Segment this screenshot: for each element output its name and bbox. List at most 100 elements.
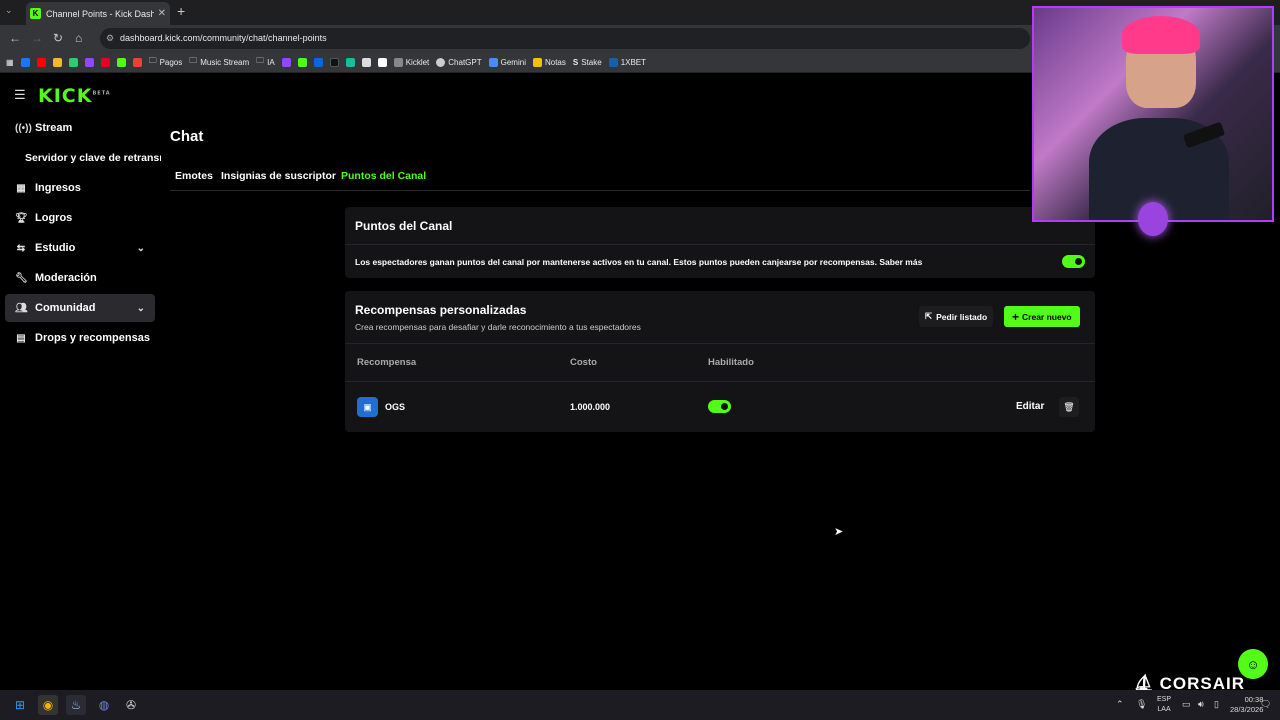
1xbet-icon — [608, 57, 618, 67]
browser-tab-title: Channel Points - Kick Dashboar — [46, 8, 154, 19]
request-list-icon: ⇱ — [925, 311, 933, 321]
sidebar-item-ingresos[interactable]: ▦ Ingresos — [5, 174, 155, 202]
column-header-cost: Costo — [570, 357, 597, 368]
youtube-icon[interactable] — [36, 57, 46, 67]
bookmark-icon[interactable] — [345, 57, 355, 67]
tab-close-icon[interactable]: ✕ — [158, 8, 166, 19]
windows-start-icon[interactable]: ⊞ — [10, 695, 30, 715]
chevron-down-icon: ⌄ — [136, 242, 145, 254]
app-icon[interactable]: ✇ — [121, 695, 141, 715]
divider — [345, 381, 1095, 382]
twitch-icon[interactable] — [281, 57, 291, 67]
kicklet-icon — [393, 57, 403, 67]
microphone-tray-icon[interactable]: 🎙︎ — [1136, 699, 1147, 710]
meta-icon[interactable] — [313, 57, 323, 67]
channel-points-card: Puntos del Canal Los espectadores ganan … — [345, 207, 1095, 278]
kick-icon[interactable] — [297, 57, 307, 67]
community-icon: 👥︎ — [15, 302, 28, 314]
address-bar[interactable]: ⚙ dashboard.kick.com/community/chat/chan… — [100, 28, 1030, 49]
tab-search-icon[interactable]: ⌄ — [5, 5, 13, 16]
tray-expand-icon[interactable]: ⌃ — [1116, 699, 1124, 710]
tiktok-icon[interactable] — [329, 57, 339, 67]
channel-points-header: Puntos del Canal — [355, 219, 453, 233]
reward-name: OGS — [385, 402, 406, 412]
create-reward-button[interactable]: + Crear nuevo — [1004, 306, 1080, 327]
tab-puntos-del-canal[interactable]: Puntos del Canal — [341, 170, 426, 182]
bookmark-kicklet[interactable]: Kicklet — [393, 57, 429, 67]
battery-icon[interactable]: ▯ — [1214, 699, 1219, 710]
beta-badge: BETA — [92, 90, 111, 97]
address-text: dashboard.kick.com/community/chat/channe… — [120, 33, 327, 43]
gmail-icon[interactable] — [132, 57, 142, 67]
bookmark-notas[interactable]: Notas — [532, 57, 566, 67]
site-info-icon[interactable]: ⚙ — [106, 28, 114, 49]
tab-insignias[interactable]: Insignias de suscriptor — [221, 170, 336, 182]
apps-icon[interactable]: ▦ — [6, 58, 14, 67]
bookmark-folder-ia[interactable]: 🗀 IA — [256, 55, 275, 69]
sidebar-item-stream-key[interactable]: Servidor y clave de retransmisión — [25, 152, 161, 164]
bookmark-folder-pagos[interactable]: 🗀 Pagos — [149, 55, 183, 69]
gemini-icon — [488, 57, 498, 67]
bookmark-folder-music-stream[interactable]: 🗀 Music Stream — [189, 55, 249, 69]
rewards-header: Recompensas personalizadas — [355, 303, 527, 317]
reward-enabled-toggle[interactable] — [708, 400, 731, 413]
edit-reward-button[interactable]: Editar — [1009, 395, 1051, 417]
channel-points-toggle[interactable] — [1062, 255, 1085, 268]
steam-icon[interactable]: ♨︎ — [66, 695, 86, 715]
forward-icon[interactable]: → — [31, 31, 43, 45]
delete-reward-button[interactable]: 🗑︎ — [1059, 397, 1079, 417]
webcam-overlay — [1032, 6, 1274, 222]
sidebar-item-comunidad[interactable]: 👥︎ Comunidad ⌄ — [5, 294, 155, 322]
chatgpt-icon — [436, 57, 446, 67]
channel-points-description: Los espectadores ganan puntos del canal … — [355, 257, 923, 267]
twitch-icon[interactable] — [84, 57, 94, 67]
new-tab-icon[interactable]: + — [177, 3, 185, 19]
kick-logo[interactable]: KICKBETA — [38, 85, 111, 107]
menu-icon[interactable]: ☰ — [14, 87, 26, 103]
bookmark-icon[interactable] — [377, 57, 387, 67]
sidebar-item-estudio[interactable]: ⇆ Estudio ⌄ — [5, 234, 155, 262]
studio-icon: ⇆ — [16, 242, 26, 254]
bookmark-1xbet[interactable]: 1XBET — [608, 57, 646, 67]
back-icon[interactable]: ← — [9, 31, 21, 45]
pinterest-icon[interactable] — [100, 57, 110, 67]
kick-icon[interactable] — [116, 57, 126, 67]
volume-icon[interactable]: 🔊︎ — [1198, 699, 1204, 710]
rewards-subtitle: Crea recompensas para desafiar y darle r… — [355, 322, 641, 332]
mouse-cursor-icon: ➤ — [834, 526, 844, 538]
stream-icon: ((•)) — [15, 122, 32, 134]
browser-tab[interactable]: K Channel Points - Kick Dashboar ✕ — [26, 2, 170, 25]
network-icon[interactable]: ▭ — [1182, 699, 1191, 710]
request-list-button[interactable]: ⇱ Pedir listado — [919, 306, 994, 327]
bookmark-gemini[interactable]: Gemini — [488, 57, 526, 67]
home-icon[interactable]: ⌂ — [75, 31, 82, 45]
bookmark-stake[interactable]: S Stake — [573, 58, 602, 67]
notes-icon — [532, 57, 542, 67]
sidebar-item-drops[interactable]: ▤ Drops y recompensas — [5, 324, 155, 352]
bookmark-icon[interactable] — [361, 57, 371, 67]
custom-rewards-card: Recompensas personalizadas Crea recompen… — [345, 291, 1095, 432]
sidebar: ☰ KICKBETA ((•)) Stream Servidor y clave… — [0, 73, 162, 690]
webcam-person-hair — [1122, 16, 1200, 54]
binance-icon[interactable] — [52, 57, 62, 67]
sidebar-item-logros[interactable]: 🏆︎ Logros — [5, 204, 155, 232]
stake-icon: S — [572, 57, 579, 67]
folder-icon: 🗀 — [189, 56, 198, 65]
reward-icon: ▣ — [357, 397, 378, 417]
column-header-reward: Recompensa — [357, 357, 417, 368]
trophy-icon: 🏆︎ — [15, 212, 28, 224]
language-indicator[interactable]: ESP LAA — [1157, 695, 1171, 715]
tab-emotes[interactable]: Emotes — [175, 170, 213, 182]
clock[interactable]: 00:38 28/3/2026 — [1230, 695, 1263, 715]
sidebar-item-moderacion[interactable]: 🔧︎ Moderación — [5, 264, 155, 292]
discord-icon[interactable]: ◍ — [94, 695, 114, 715]
bookmark-icon[interactable] — [68, 57, 78, 67]
plus-icon: + — [1012, 309, 1020, 324]
facebook-icon[interactable] — [20, 57, 30, 67]
sidebar-item-stream[interactable]: ((•)) Stream — [5, 114, 155, 142]
column-header-enabled: Habilitado — [708, 357, 754, 368]
reload-icon[interactable]: ↻ — [53, 31, 63, 45]
notification-icon[interactable]: 🗨︎ — [1260, 699, 1271, 710]
chrome-icon[interactable]: ◉ — [38, 695, 58, 715]
bookmark-chatgpt[interactable]: ChatGPT — [436, 57, 482, 67]
